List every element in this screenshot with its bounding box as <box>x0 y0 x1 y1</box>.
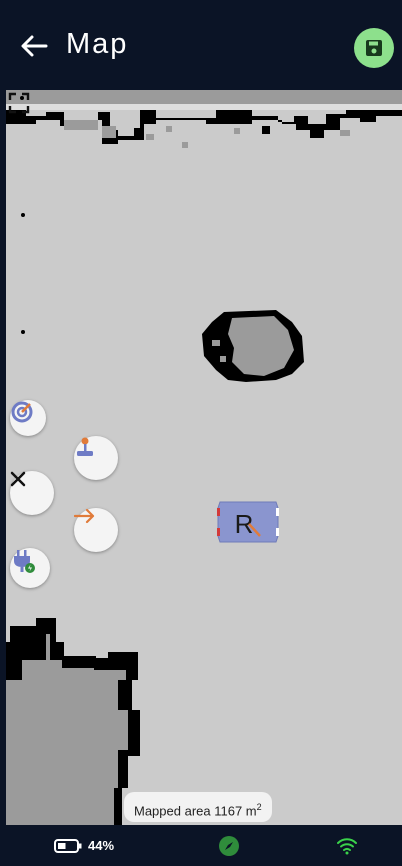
battery-percent: 44% <box>88 838 115 853</box>
close-button[interactable] <box>10 471 54 515</box>
save-map-button[interactable] <box>354 28 394 68</box>
mapped-area-label: Mapped area 1167 m2 <box>124 792 272 822</box>
joystick-icon <box>77 437 93 456</box>
arrow-right-icon <box>74 508 95 524</box>
move-forward-button[interactable] <box>74 508 118 552</box>
compass-indicator <box>219 836 239 856</box>
floppy-disk-icon <box>366 40 382 56</box>
page-title: Map <box>66 28 129 60</box>
arrow-left-icon[interactable] <box>18 30 50 62</box>
app-header: Map <box>0 0 402 90</box>
battery-indicator: 44% <box>54 838 114 853</box>
close-icon <box>10 471 26 487</box>
status-bar: 44% <box>0 825 402 866</box>
joystick-button[interactable] <box>74 436 118 480</box>
wifi-icon <box>337 838 357 855</box>
target-icon <box>11 401 33 423</box>
compass-icon <box>225 842 233 850</box>
charging-plug-icon <box>14 550 35 573</box>
battery-icon <box>54 838 82 853</box>
map-canvas[interactable]: R Mapped area 1167 m2 <box>6 90 402 825</box>
dock-charge-button[interactable] <box>10 548 50 588</box>
goal-target-button[interactable] <box>10 400 46 436</box>
mapped-area-unit-sup: 2 <box>256 802 262 812</box>
fullscreen-icon[interactable] <box>6 90 32 116</box>
mapped-area-text: Mapped area 1167 m <box>134 803 257 819</box>
robot-marker: R <box>217 501 279 543</box>
occupancy-grid <box>6 90 402 825</box>
